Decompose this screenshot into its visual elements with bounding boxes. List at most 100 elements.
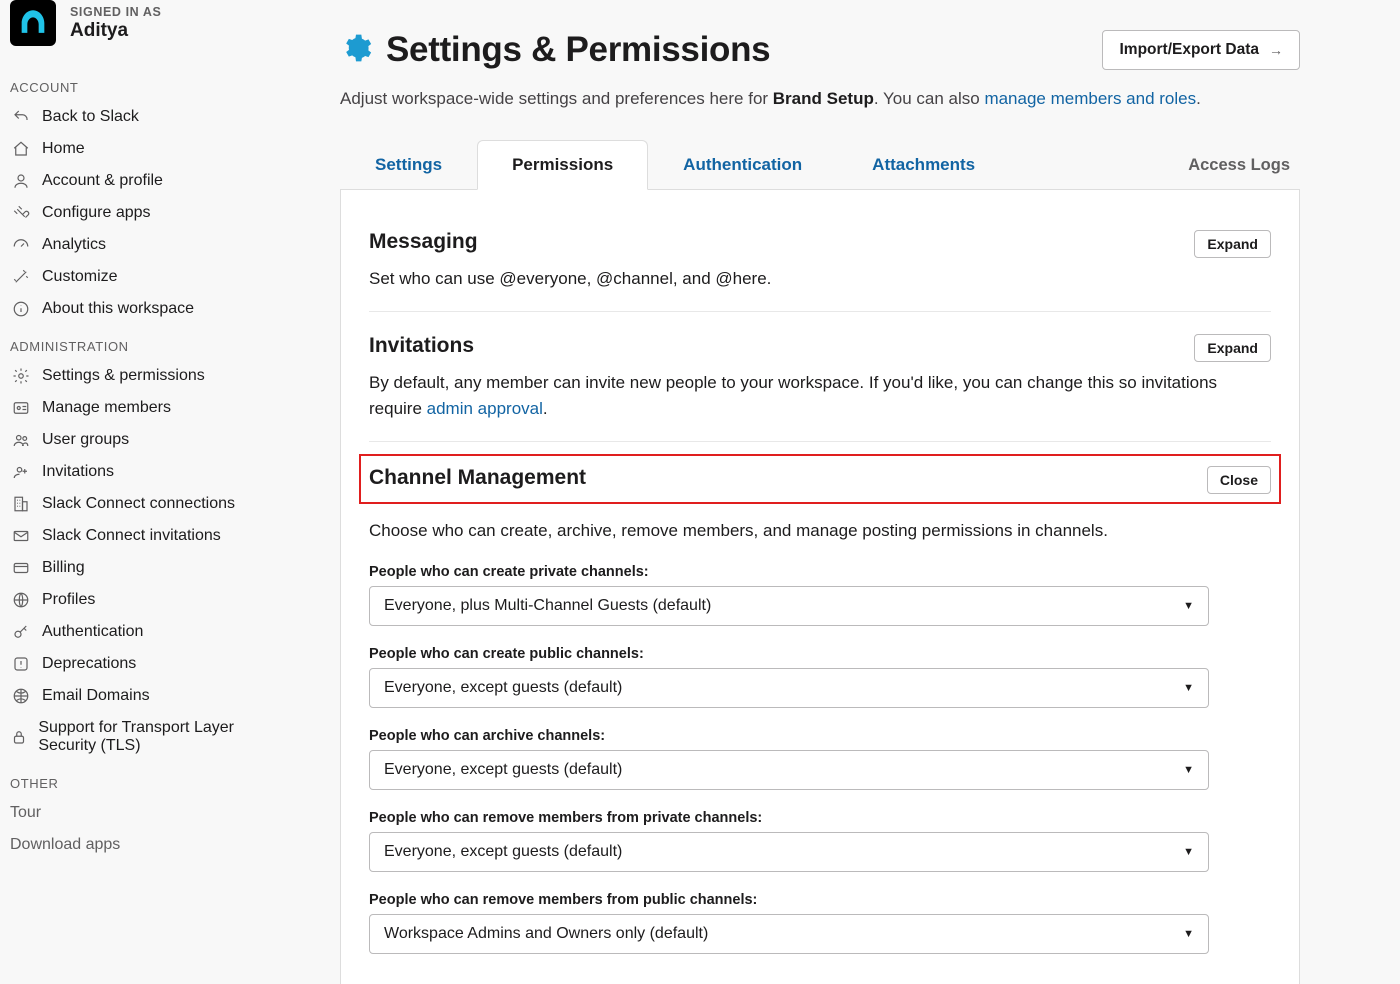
tab-attachments[interactable]: Attachments — [837, 140, 1010, 189]
select-dropdown[interactable]: Workspace Admins and Owners only (defaul… — [369, 914, 1209, 954]
sidebar-section-administration: ADMINISTRATION — [10, 325, 290, 360]
select-dropdown[interactable]: Everyone, except guests (default) ▼ — [369, 750, 1209, 790]
permissions-panel: Messaging Expand Set who can use @everyo… — [340, 190, 1300, 984]
gear-icon — [340, 32, 372, 68]
lock-icon — [10, 728, 28, 746]
avatar — [10, 0, 56, 46]
section-messaging: Messaging Expand Set who can use @everyo… — [369, 220, 1271, 312]
sidebar-item-label: Back to Slack — [42, 108, 139, 126]
chevron-down-icon: ▼ — [1183, 682, 1194, 694]
sidebar-admin-item[interactable]: Slack Connect invitations — [10, 520, 290, 552]
sidebar-item-label: Slack Connect invitations — [42, 527, 221, 545]
sidebar-account-item[interactable]: Home — [10, 133, 290, 165]
channel-field: People who can remove members from publi… — [369, 892, 1271, 954]
arrow-right-icon: → — [1269, 42, 1283, 58]
gear-icon — [10, 367, 32, 385]
sidebar-item-label: Customize — [42, 268, 118, 286]
tab-permissions[interactable]: Permissions — [477, 140, 648, 190]
warn-icon — [10, 655, 32, 673]
sidebar: SIGNED IN AS Aditya ACCOUNT Back to Slac… — [0, 0, 300, 984]
plug-icon — [10, 204, 32, 222]
building-icon — [10, 495, 32, 513]
workspace-name: Brand Setup — [773, 89, 874, 108]
signed-in-block: SIGNED IN AS Aditya — [10, 0, 290, 66]
sidebar-account-item[interactable]: Analytics — [10, 229, 290, 261]
sidebar-account-item[interactable]: About this workspace — [10, 293, 290, 325]
field-label: People who can create public channels: — [369, 646, 1271, 662]
sidebar-section-other: OTHER — [10, 762, 290, 797]
desc-text: . — [543, 399, 548, 418]
sidebar-item-label: Slack Connect connections — [42, 495, 235, 513]
highlight-box: Channel Management Close — [359, 454, 1281, 504]
select-dropdown[interactable]: Everyone, plus Multi-Channel Guests (def… — [369, 586, 1209, 626]
sidebar-admin-item[interactable]: Invitations — [10, 456, 290, 488]
select-value: Everyone, except guests (default) — [384, 843, 622, 861]
subtitle-text: Adjust workspace-wide settings and prefe… — [340, 89, 773, 108]
subtitle-text: . — [1196, 89, 1201, 108]
select-dropdown[interactable]: Everyone, except guests (default)▼ — [369, 832, 1209, 872]
sidebar-admin-item[interactable]: Billing — [10, 552, 290, 584]
invite-icon — [10, 463, 32, 481]
select-dropdown[interactable]: Everyone, except guests (default)▼ — [369, 668, 1209, 708]
admin-approval-link[interactable]: admin approval — [427, 399, 543, 418]
sidebar-item-label: Settings & permissions — [42, 367, 205, 385]
manage-members-link[interactable]: manage members and roles — [984, 89, 1196, 108]
person-icon — [10, 172, 32, 190]
import-export-button[interactable]: Import/Export Data → — [1102, 30, 1300, 70]
subtitle-text: . You can also — [874, 89, 985, 108]
section-title: Messaging — [369, 230, 478, 254]
sidebar-item-label: User groups — [42, 431, 129, 449]
section-channel-management: Channel Management Close Choose who can … — [369, 441, 1271, 974]
sidebar-admin-item[interactable]: Authentication — [10, 616, 290, 648]
chevron-down-icon: ▼ — [1183, 764, 1194, 776]
expand-button[interactable]: Expand — [1194, 334, 1271, 362]
access-logs-link[interactable]: Access Logs — [1178, 142, 1300, 189]
sidebar-other-item[interactable]: Download apps — [10, 829, 290, 861]
sidebar-item-label: Profiles — [42, 591, 95, 609]
sidebar-account-item[interactable]: Back to Slack — [10, 101, 290, 133]
field-label: People who can remove members from priva… — [369, 810, 1271, 826]
select-value: Workspace Admins and Owners only (defaul… — [384, 925, 708, 943]
select-value: Everyone, plus Multi-Channel Guests (def… — [384, 597, 711, 615]
signed-in-name[interactable]: Aditya — [70, 20, 161, 42]
envelope-icon — [10, 527, 32, 545]
sidebar-admin-item[interactable]: Profiles — [10, 584, 290, 616]
home-icon — [10, 140, 32, 158]
tabs: SettingsPermissionsAuthenticationAttachm… — [340, 140, 1300, 190]
sidebar-account-item[interactable]: Account & profile — [10, 165, 290, 197]
section-title: Invitations — [369, 334, 474, 358]
sidebar-admin-item[interactable]: Deprecations — [10, 648, 290, 680]
avatar-icon — [16, 6, 50, 40]
section-title: Channel Management — [369, 466, 586, 490]
chevron-down-icon: ▼ — [1183, 600, 1194, 612]
channel-field: People who can remove members from priva… — [369, 810, 1271, 872]
close-button[interactable]: Close — [1207, 466, 1271, 494]
sidebar-admin-item[interactable]: User groups — [10, 424, 290, 456]
sidebar-item-label: Account & profile — [42, 172, 163, 190]
info-icon — [10, 300, 32, 318]
gauge-icon — [10, 236, 32, 254]
people-icon — [10, 431, 32, 449]
sidebar-other-item[interactable]: Tour — [10, 797, 290, 829]
sidebar-item-label: Support for Transport Layer Security (TL… — [38, 719, 290, 755]
undo-icon — [10, 108, 32, 126]
sidebar-account-item[interactable]: Customize — [10, 261, 290, 293]
tab-settings[interactable]: Settings — [340, 140, 477, 189]
select-value: Everyone, except guests (default) — [384, 761, 622, 779]
field-label: People who can archive channels: — [369, 728, 1271, 744]
section-description: Choose who can create, archive, remove m… — [369, 518, 1271, 544]
sidebar-item-label: Email Domains — [42, 687, 150, 705]
page-title: Settings & Permissions — [386, 30, 770, 70]
tab-authentication[interactable]: Authentication — [648, 140, 837, 189]
expand-button[interactable]: Expand — [1194, 230, 1271, 258]
sidebar-admin-item[interactable]: Support for Transport Layer Security (TL… — [10, 712, 290, 762]
main-content: Settings & Permissions Import/Export Dat… — [300, 0, 1340, 984]
sidebar-item-label: Analytics — [42, 236, 106, 254]
sidebar-admin-item[interactable]: Email Domains — [10, 680, 290, 712]
sidebar-admin-item[interactable]: Settings & permissions — [10, 360, 290, 392]
sidebar-admin-item[interactable]: Slack Connect connections — [10, 488, 290, 520]
sidebar-account-item[interactable]: Configure apps — [10, 197, 290, 229]
sidebar-admin-item[interactable]: Manage members — [10, 392, 290, 424]
section-invitations: Invitations Expand By default, any membe… — [369, 311, 1271, 441]
badge-icon — [10, 399, 32, 417]
